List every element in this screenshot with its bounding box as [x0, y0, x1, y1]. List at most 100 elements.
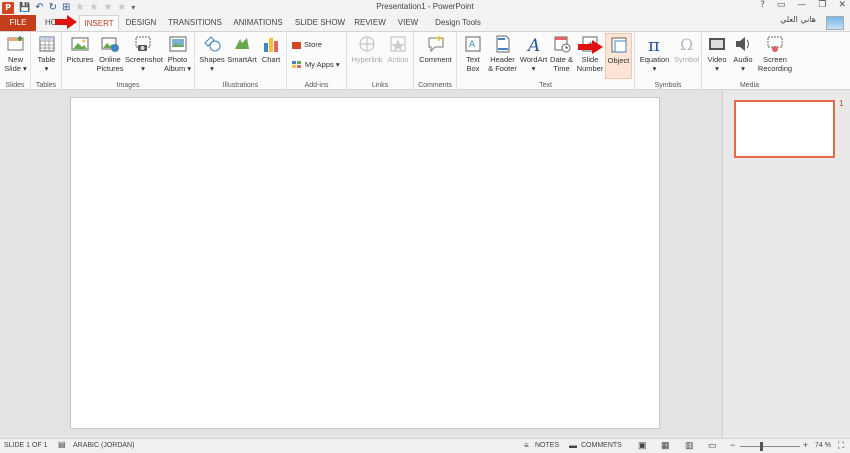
header-footer-button[interactable]: Header & Footer — [486, 35, 519, 73]
group-illustrations: Shapes ▾ SmartArt Chart Illustrations — [195, 32, 287, 90]
zoom-in-icon[interactable]: + — [803, 440, 808, 450]
new-slide-label: New Slide ▾ — [4, 55, 27, 73]
avatar[interactable] — [826, 16, 844, 30]
hyperlink-button[interactable]: Hyperlink — [350, 35, 384, 64]
tab-view[interactable]: VIEW — [394, 15, 422, 31]
group-label-images: Images — [116, 82, 140, 89]
reading-view-icon[interactable]: ▥ — [685, 440, 694, 451]
screenshot-button[interactable]: Screenshot ▾ — [125, 35, 163, 73]
tab-insert[interactable]: INSERT — [79, 15, 119, 32]
slide-show-icon[interactable]: ▭ — [708, 440, 717, 451]
zoom-slider-thumb[interactable] — [760, 442, 763, 451]
screen-recording-icon — [767, 36, 783, 52]
group-text: A Text Box Header & Footer A WordArt ▾ D… — [457, 32, 635, 90]
online-pictures-icon — [101, 37, 119, 52]
action-button[interactable]: Action — [385, 35, 411, 64]
my-apps-button[interactable]: My Apps ▾ — [292, 60, 340, 69]
screenshot-label: Screenshot ▾ — [125, 55, 163, 73]
table-button[interactable]: Table ▾ — [34, 35, 59, 73]
comments-button[interactable]: COMMENTS — [581, 442, 622, 449]
comment-button[interactable]: Comment — [417, 35, 454, 64]
slide-canvas[interactable] — [70, 97, 660, 429]
tab-file[interactable]: FILE — [0, 15, 36, 31]
audio-button[interactable]: Audio ▾ — [730, 35, 756, 73]
tab-slide-show[interactable]: SLIDE SHOW — [293, 15, 347, 31]
pictures-icon — [71, 37, 89, 51]
language-indicator[interactable]: ARABIC (JORDAN) — [73, 442, 134, 449]
minimize-icon[interactable]: — — [797, 0, 806, 10]
store-button[interactable]: Store — [292, 40, 322, 49]
spelling-icon[interactable]: ▤ — [58, 440, 66, 449]
hyperlink-label: Hyperlink — [351, 55, 383, 64]
tab-animations[interactable]: ANIMATIONS — [230, 15, 286, 31]
svg-text:A: A — [526, 36, 540, 53]
group-media: Video ▾ Audio ▾ Screen Recording Media — [702, 32, 797, 90]
symbol-icon: Ω — [680, 35, 693, 53]
tab-design-tools[interactable]: Design Tools — [430, 15, 486, 31]
wordart-button[interactable]: A WordArt ▾ — [519, 35, 548, 73]
date-time-label: Date & Time — [550, 55, 573, 73]
group-label-slides: Slides — [5, 82, 25, 89]
group-add-ins: Store My Apps ▾ Add-ins — [287, 32, 347, 90]
photo-album-button[interactable]: Photo Album ▾ — [162, 35, 193, 73]
group-links: Hyperlink Action Links — [347, 32, 414, 90]
slide-thumbnail-pane: 1 — [722, 91, 850, 438]
ribbon-display-icon[interactable]: ▭ — [777, 0, 786, 10]
close-icon[interactable]: ✕ — [838, 0, 846, 10]
my-apps-icon — [292, 61, 301, 68]
group-label-tables: Tables — [35, 82, 57, 89]
normal-view-icon[interactable]: ▣ — [638, 440, 647, 451]
zoom-slider[interactable] — [740, 446, 800, 447]
fit-slide-icon[interactable]: ⛶ — [838, 440, 844, 451]
equation-label: Equation ▾ — [639, 55, 670, 73]
shapes-button[interactable]: Shapes ▾ — [198, 35, 226, 73]
text-box-label: Text Box — [466, 55, 480, 73]
online-pictures-button[interactable]: Online Pictures — [95, 35, 125, 73]
user-name[interactable]: هاني العلي — [780, 15, 816, 24]
smartart-button[interactable]: SmartArt — [226, 35, 258, 64]
help-icon[interactable]: ? — [760, 0, 765, 10]
group-label-symbols: Symbols — [654, 82, 682, 89]
text-box-button[interactable]: A Text Box — [460, 35, 486, 73]
object-button[interactable]: Object — [605, 33, 632, 79]
group-images: Pictures Online Pictures Screenshot ▾ Ph… — [62, 32, 195, 90]
date-time-button[interactable]: Date & Time — [548, 35, 575, 73]
object-icon — [611, 37, 626, 53]
screen-recording-button[interactable]: Screen Recording — [756, 35, 794, 73]
tab-review[interactable]: REVIEW — [353, 15, 387, 31]
table-icon — [39, 36, 54, 52]
title-bar: P 💾 ↶ ↻ ⊞ ★ ★ ★ ★ ▾ Presentation1 - Powe… — [0, 0, 850, 15]
zoom-out-icon[interactable]: − — [730, 440, 735, 450]
slide-sorter-icon[interactable]: ▦ — [661, 440, 670, 451]
pictures-label: Pictures — [66, 55, 94, 64]
restore-icon[interactable]: ❐ — [818, 0, 826, 10]
annotation-arrow-insert — [55, 15, 77, 29]
chart-button[interactable]: Chart — [258, 35, 284, 64]
online-pictures-label: Online Pictures — [96, 55, 124, 73]
slide-thumbnail[interactable] — [734, 100, 835, 158]
group-label-text: Text — [539, 82, 552, 89]
video-button[interactable]: Video ▾ — [705, 35, 729, 73]
audio-icon — [736, 37, 749, 51]
group-label-links: Links — [371, 82, 389, 89]
new-slide-button[interactable]: New Slide ▾ — [2, 35, 29, 73]
header-footer-label: Header & Footer — [488, 55, 517, 73]
text-box-icon: A — [465, 36, 481, 52]
comment-label: Comment — [419, 55, 452, 64]
zoom-level[interactable]: 74 % — [815, 442, 831, 449]
group-slides: New Slide ▾ Slides — [0, 32, 31, 90]
chart-label: Chart — [261, 55, 281, 64]
thumbnail-number: 1 — [839, 99, 844, 108]
symbol-button[interactable]: Ω Symbol — [672, 35, 701, 64]
tab-design[interactable]: DESIGN — [122, 15, 160, 31]
screen-recording-label: Screen Recording — [757, 55, 793, 73]
notes-button[interactable]: NOTES — [535, 442, 559, 449]
slide-indicator[interactable]: SLIDE 1 OF 1 — [4, 442, 48, 449]
pictures-button[interactable]: Pictures — [65, 35, 95, 64]
my-apps-label: My Apps ▾ — [305, 60, 340, 69]
window-controls: ? ▭ — ❐ ✕ — [760, 0, 846, 10]
equation-button[interactable]: π Equation ▾ — [637, 35, 672, 73]
status-bar: SLIDE 1 OF 1 ▤ ARABIC (JORDAN) ≡ NOTES ▬… — [0, 438, 850, 453]
tab-transitions[interactable]: TRANSITIONS — [166, 15, 224, 31]
group-comments: Comment Comments — [414, 32, 457, 90]
